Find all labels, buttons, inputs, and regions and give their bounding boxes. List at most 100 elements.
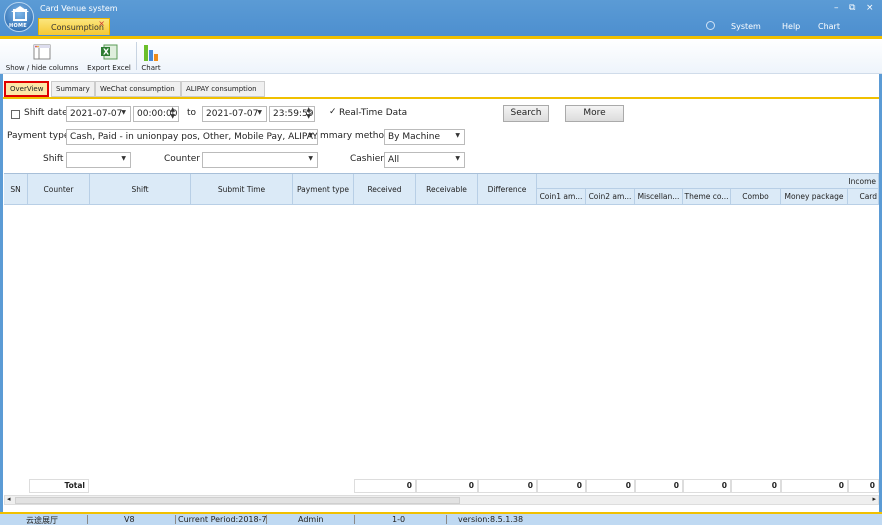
tab-wechat-consumption[interactable]: WeChat consumption bbox=[95, 81, 181, 97]
columns-icon bbox=[33, 44, 51, 60]
end-date-picker[interactable]: 2021-07-07 ▼ bbox=[202, 106, 267, 122]
start-date-value: 2021-07-07 bbox=[70, 109, 123, 119]
dropdown-arrow-icon: ▼ bbox=[455, 155, 460, 162]
shift-label: Shift bbox=[43, 154, 64, 164]
scroll-left-icon[interactable]: ◂ bbox=[7, 495, 11, 503]
close-button[interactable]: × bbox=[866, 3, 874, 13]
col-header-miscellaneous[interactable]: Miscellan... bbox=[635, 189, 683, 205]
menu-system[interactable]: System bbox=[731, 22, 761, 31]
col-header-coin1[interactable]: Coin1 am... bbox=[537, 189, 586, 205]
col-group-income: Income bbox=[537, 174, 879, 189]
total-combo: 0 bbox=[731, 479, 781, 493]
payment-type-select[interactable]: Cash, Paid - in unionpay pos, Other, Mob… bbox=[66, 129, 318, 145]
dropdown-arrow-icon: ▼ bbox=[257, 109, 262, 116]
col-header-receivable[interactable]: Receivable bbox=[416, 174, 478, 205]
show-hide-columns-label: Show / hide columns bbox=[5, 64, 79, 72]
end-time-spinner[interactable]: 23:59:59 ▲ ▼ bbox=[269, 106, 315, 122]
cashier-value: All bbox=[388, 155, 400, 165]
export-excel-button[interactable]: X Export Excel bbox=[84, 39, 134, 74]
col-header-counter[interactable]: Counter bbox=[28, 174, 90, 205]
menu-chart[interactable]: Chart bbox=[818, 22, 840, 31]
tab-consumption-label: Consumption bbox=[51, 23, 104, 32]
status-venue: 云途展厅 bbox=[26, 516, 58, 525]
dropdown-arrow-icon: ▼ bbox=[121, 155, 126, 162]
status-period: Current Period:2018-7 bbox=[178, 515, 267, 524]
col-header-card[interactable]: Card bbox=[848, 189, 879, 205]
payment-type-label: Payment type bbox=[7, 131, 70, 141]
title-bar: HOME Card Venue system Consumption × Sys… bbox=[0, 0, 882, 36]
close-tab-icon[interactable]: × bbox=[98, 19, 105, 28]
excel-icon: X bbox=[101, 44, 118, 60]
total-label: Total bbox=[29, 479, 89, 493]
status-separator bbox=[446, 515, 447, 524]
summary-method-label: mmary method bbox=[320, 131, 390, 141]
col-header-payment-type[interactable]: Payment type bbox=[293, 174, 354, 205]
total-coin1: 0 bbox=[537, 479, 586, 493]
tab-alipay-consumption[interactable]: ALIPAY consumption bbox=[181, 81, 265, 97]
shift-date-checkbox[interactable] bbox=[11, 110, 20, 119]
tab-consumption[interactable]: Consumption × bbox=[38, 18, 110, 35]
col-header-theme[interactable]: Theme co... bbox=[683, 189, 731, 205]
col-header-difference[interactable]: Difference bbox=[478, 174, 537, 205]
col-header-received[interactable]: Received bbox=[354, 174, 416, 205]
menu-help[interactable]: Help bbox=[782, 22, 800, 31]
chart-label: Chart bbox=[141, 64, 161, 72]
search-button[interactable]: Search bbox=[503, 105, 549, 122]
cashier-label: Cashier bbox=[350, 154, 384, 164]
total-coin2: 0 bbox=[586, 479, 635, 493]
collapse-ribbon-icon[interactable] bbox=[706, 21, 715, 30]
spinner-arrows-icon[interactable]: ▲ ▼ bbox=[170, 107, 175, 120]
total-miscellaneous: 0 bbox=[635, 479, 683, 493]
minimize-button[interactable]: – bbox=[834, 3, 839, 13]
total-theme: 0 bbox=[683, 479, 731, 493]
spinner-arrows-icon[interactable]: ▲ ▼ bbox=[306, 107, 311, 120]
export-excel-label: Export Excel bbox=[87, 64, 131, 72]
tab-overview[interactable]: OverView bbox=[4, 81, 49, 97]
tab-underline bbox=[3, 97, 879, 99]
status-separator bbox=[266, 515, 267, 524]
to-label: to bbox=[187, 108, 197, 118]
status-user: Admin bbox=[298, 515, 324, 524]
counter-label: Counter bbox=[164, 154, 200, 164]
counter-select[interactable]: ▼ bbox=[202, 152, 318, 168]
total-card: 0 bbox=[848, 479, 879, 493]
status-terminal: 1-0 bbox=[392, 515, 406, 524]
col-header-shift[interactable]: Shift bbox=[90, 174, 191, 205]
total-money-package: 0 bbox=[781, 479, 848, 493]
shift-select[interactable]: ▼ bbox=[66, 152, 131, 168]
summary-method-value: By Machine bbox=[388, 132, 441, 142]
data-grid: SN Counter Shift Submit Time Payment typ… bbox=[4, 173, 879, 493]
realtime-label: Real-Time Data bbox=[339, 108, 408, 118]
scroll-thumb[interactable] bbox=[15, 497, 460, 504]
col-header-coin2[interactable]: Coin2 am... bbox=[586, 189, 635, 205]
total-received: 0 bbox=[354, 479, 416, 493]
show-hide-columns-button[interactable]: Show / hide columns bbox=[4, 39, 80, 74]
start-date-picker[interactable]: 2021-07-07 ▼ bbox=[66, 106, 131, 122]
total-receivable: 0 bbox=[416, 479, 478, 493]
status-separator bbox=[87, 515, 88, 524]
shift-date-label: Shift date bbox=[24, 108, 68, 118]
start-time-spinner[interactable]: 00:00:00 ▲ ▼ bbox=[133, 106, 179, 122]
col-header-combo[interactable]: Combo bbox=[731, 189, 781, 205]
col-header-submit-time[interactable]: Submit Time bbox=[191, 174, 293, 205]
home-icon bbox=[13, 9, 27, 21]
scroll-right-icon[interactable]: ▸ bbox=[872, 495, 876, 503]
dropdown-arrow-icon: ▼ bbox=[308, 132, 313, 139]
restore-button[interactable]: ⧉ bbox=[849, 3, 855, 13]
chart-button[interactable]: Chart bbox=[138, 39, 164, 74]
col-header-money-package[interactable]: Money package bbox=[781, 189, 848, 205]
more-button[interactable]: More bbox=[565, 105, 624, 122]
status-separator bbox=[354, 515, 355, 524]
home-logo-button[interactable]: HOME bbox=[4, 2, 34, 32]
dropdown-arrow-icon: ▼ bbox=[455, 132, 460, 139]
svg-text:X: X bbox=[103, 48, 110, 57]
status-edition: V8 bbox=[124, 515, 135, 524]
horizontal-scrollbar[interactable]: ◂ ▸ bbox=[4, 495, 879, 505]
window-left-border bbox=[0, 74, 3, 514]
summary-method-select[interactable]: By Machine ▼ bbox=[384, 129, 465, 145]
cashier-select[interactable]: All ▼ bbox=[384, 152, 465, 168]
tab-summary[interactable]: Summary bbox=[51, 81, 95, 97]
realtime-checkbox[interactable] bbox=[329, 107, 338, 119]
col-header-sn[interactable]: SN bbox=[4, 174, 28, 205]
dropdown-arrow-icon: ▼ bbox=[121, 109, 126, 116]
